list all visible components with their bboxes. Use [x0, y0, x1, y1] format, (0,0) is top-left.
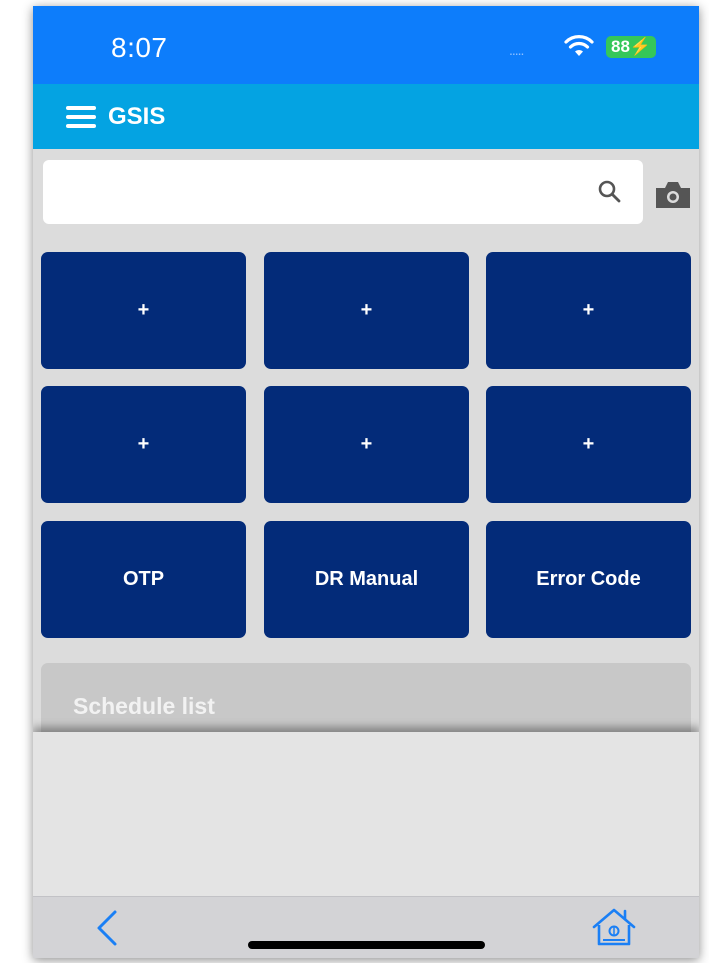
search-box — [43, 160, 643, 226]
quick-tile-3[interactable]: + — [486, 252, 691, 369]
home-indicator — [248, 941, 485, 949]
dr-manual-tile[interactable]: DR Manual — [264, 521, 469, 638]
bottom-toolbar — [33, 896, 699, 958]
error-code-tile[interactable]: Error Code — [486, 521, 691, 638]
phone-screen: 8:07 ..... 88⚡ GSIS + + + + + + OTP DR M… — [33, 6, 699, 958]
charging-bolt-icon: ⚡ — [629, 37, 652, 56]
home-icon[interactable] — [591, 907, 637, 947]
cellular-signal-icon: ..... — [509, 42, 524, 58]
app-header: GSIS — [33, 84, 699, 149]
quick-tile-4[interactable]: + — [41, 386, 246, 503]
schedule-list-card[interactable]: Schedule list — [41, 663, 691, 743]
search-icon[interactable] — [597, 179, 621, 203]
camera-icon[interactable] — [654, 180, 692, 210]
schedule-list-title: Schedule list — [73, 693, 215, 719]
quick-tile-6[interactable]: + — [486, 386, 691, 503]
quick-tile-1[interactable]: + — [41, 252, 246, 369]
quick-tile-2[interactable]: + — [264, 252, 469, 369]
status-time: 8:07 — [111, 32, 168, 63]
battery-indicator: 88⚡ — [606, 36, 657, 58]
quick-tile-5[interactable]: + — [264, 386, 469, 503]
status-bar: 8:07 ..... 88⚡ — [33, 6, 699, 84]
wifi-icon — [564, 35, 594, 56]
app-title: GSIS — [108, 103, 166, 130]
search-input[interactable] — [57, 160, 581, 226]
hamburger-menu-icon[interactable] — [66, 106, 96, 128]
battery-level: 88 — [611, 37, 630, 56]
otp-tile[interactable]: OTP — [41, 521, 246, 638]
chevron-left-icon[interactable] — [95, 909, 119, 947]
